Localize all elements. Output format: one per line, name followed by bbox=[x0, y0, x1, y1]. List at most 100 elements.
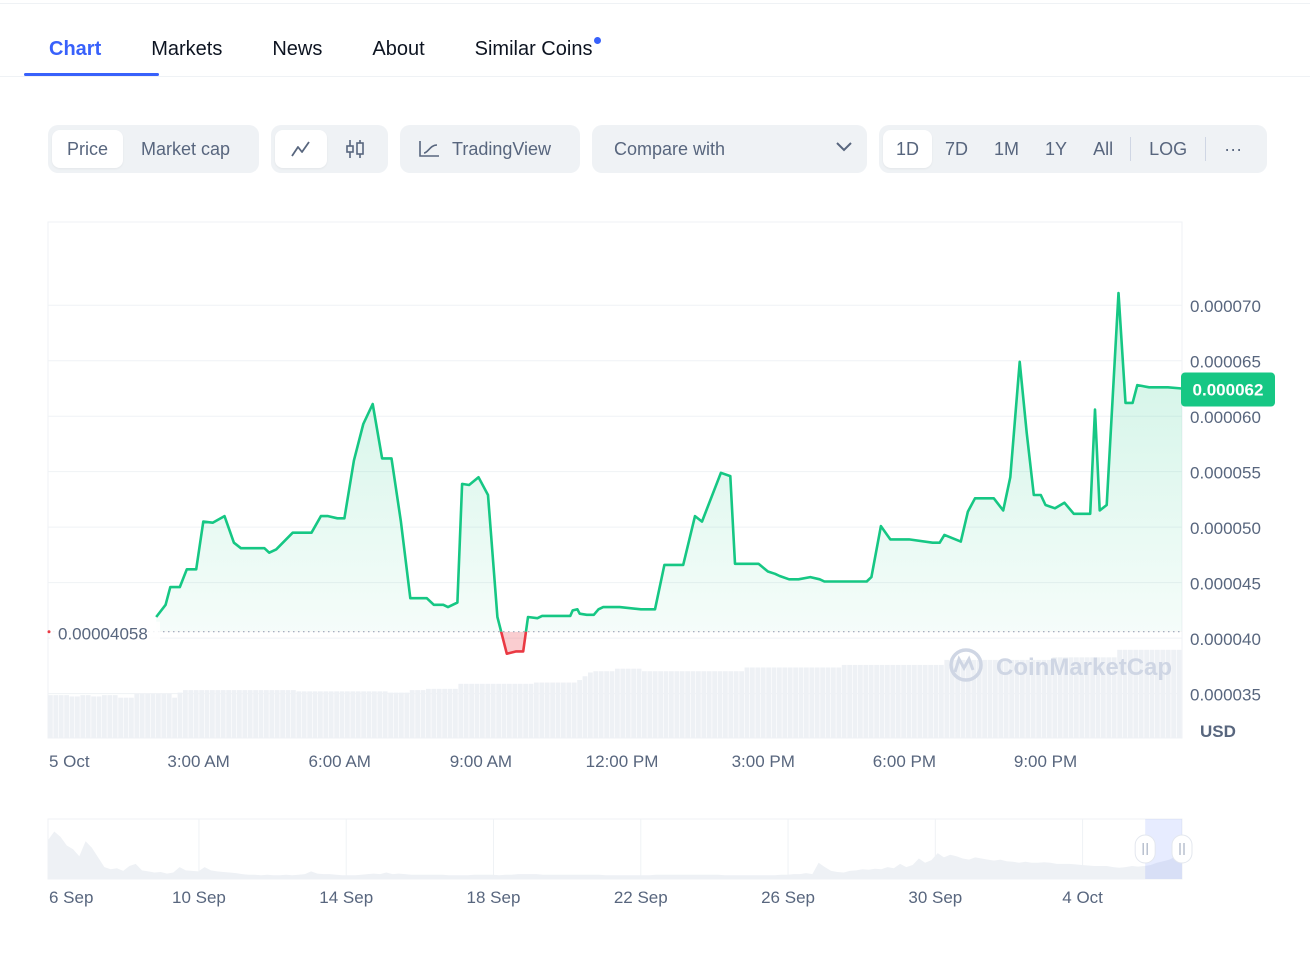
volume-bar bbox=[80, 695, 86, 738]
volume-bar bbox=[420, 690, 426, 738]
y-tick-label: 0.000040 bbox=[1190, 630, 1261, 649]
volume-bar bbox=[291, 690, 296, 738]
navigator-left-handle[interactable] bbox=[1134, 834, 1156, 864]
volume-bar bbox=[766, 667, 771, 738]
volume-bar bbox=[237, 690, 242, 738]
volume-bar bbox=[426, 688, 431, 738]
volume-bar bbox=[679, 671, 685, 738]
volume-bar bbox=[793, 667, 798, 738]
volume-bar bbox=[604, 671, 609, 738]
volume-bar bbox=[755, 667, 761, 738]
volume-bar bbox=[399, 692, 404, 738]
volume-bar bbox=[544, 682, 550, 738]
volume-bar bbox=[118, 697, 123, 738]
volume-bar bbox=[345, 691, 350, 738]
volume-bar bbox=[220, 690, 226, 738]
volume-bar bbox=[91, 696, 96, 738]
volume-bar bbox=[463, 683, 469, 738]
volume-bar bbox=[285, 690, 291, 738]
open-price-marker bbox=[47, 630, 51, 634]
volume-bar bbox=[161, 693, 167, 738]
x-tick-label: 3:00 PM bbox=[732, 752, 795, 771]
navigator-tick-label: 30 Sep bbox=[908, 888, 962, 907]
volume-bar bbox=[658, 671, 663, 738]
navigator-right-handle[interactable] bbox=[1171, 834, 1193, 864]
volume-bar bbox=[636, 668, 642, 738]
handle-body bbox=[1134, 834, 1156, 864]
volume-bar bbox=[96, 696, 102, 738]
volume-bar bbox=[598, 671, 604, 738]
volume-bar bbox=[318, 691, 323, 738]
volume-bar bbox=[523, 683, 528, 738]
volume-bar bbox=[966, 659, 971, 738]
volume-bar bbox=[528, 683, 534, 738]
volume-bar bbox=[771, 667, 777, 738]
volume-bar bbox=[382, 691, 388, 738]
volume-bar bbox=[150, 693, 156, 738]
volume-bar bbox=[782, 667, 788, 738]
volume-bar bbox=[264, 690, 269, 738]
volume-bar bbox=[447, 688, 453, 738]
volume-bar bbox=[58, 695, 64, 738]
volume-bar bbox=[301, 691, 307, 738]
volume-bar bbox=[642, 671, 647, 738]
volume-bar bbox=[534, 682, 539, 738]
volume-bar bbox=[912, 664, 917, 738]
volume-bar bbox=[960, 659, 966, 738]
navigator-tick-label: 22 Sep bbox=[614, 888, 668, 907]
volume-bar bbox=[269, 690, 275, 738]
volume-bar bbox=[561, 682, 566, 738]
volume-bar bbox=[944, 659, 950, 738]
volume-bar bbox=[453, 688, 458, 738]
volume-bar bbox=[971, 659, 977, 738]
y-tick-label: 0.000065 bbox=[1190, 353, 1261, 372]
volume-bar bbox=[377, 691, 383, 738]
volume-bar bbox=[933, 664, 939, 738]
chart-area: CoinMarketCap 0.000035 0.000040 0.000045 0.… bbox=[0, 0, 1310, 957]
volume-bar bbox=[501, 683, 507, 738]
volume-bar bbox=[750, 667, 755, 738]
navigator-tick-label: 10 Sep bbox=[172, 888, 226, 907]
price-chart[interactable]: CoinMarketCap 0.0000350.0000400.0000450.… bbox=[0, 0, 1310, 957]
volume-bar bbox=[226, 690, 231, 738]
volume-bar bbox=[512, 683, 518, 738]
volume-bar bbox=[85, 695, 91, 738]
y-tick-label: 0.000055 bbox=[1190, 464, 1261, 483]
volume-bar bbox=[787, 667, 793, 738]
range-navigator: 6 Sep 10 Sep 14 Sep 18 Sep 22 Sep 26 Sep 30 Se… bbox=[47, 818, 1193, 907]
volume-bar bbox=[177, 692, 183, 738]
volume-bar bbox=[631, 668, 636, 738]
volume-bar bbox=[879, 664, 885, 738]
volume-bar bbox=[825, 667, 831, 738]
coinmarketcap-watermark: CoinMarketCap bbox=[996, 654, 1172, 681]
volume-bar bbox=[987, 659, 993, 738]
y-tick-label: 0.000035 bbox=[1190, 686, 1261, 705]
volume-bar bbox=[274, 690, 280, 738]
volume-bar bbox=[723, 671, 728, 738]
volume-bar bbox=[571, 682, 577, 738]
volume-bar bbox=[706, 671, 712, 738]
volume-bar bbox=[577, 680, 582, 738]
volume-bar bbox=[258, 690, 264, 738]
volume-bar bbox=[539, 682, 545, 738]
volume-bar bbox=[507, 683, 512, 738]
volume-bar bbox=[550, 682, 555, 738]
volume-bar bbox=[906, 664, 912, 738]
volume-bar bbox=[372, 691, 377, 738]
volume-bar bbox=[307, 691, 312, 738]
volume-bar bbox=[388, 692, 393, 738]
volume-bar bbox=[393, 692, 399, 738]
x-tick-label: 5 Oct bbox=[49, 752, 90, 771]
y-tick-label: 0.000070 bbox=[1190, 297, 1261, 316]
volume-bar bbox=[247, 690, 253, 738]
volume-bar bbox=[798, 667, 804, 738]
volume-bar bbox=[685, 671, 690, 738]
volume-bar bbox=[566, 682, 572, 738]
volume-bar bbox=[350, 691, 356, 738]
volume-bar bbox=[215, 690, 221, 738]
handle-body bbox=[1171, 834, 1193, 864]
y-tick-label: 0.000050 bbox=[1190, 519, 1261, 538]
volume-bar bbox=[836, 667, 842, 738]
volume-bar bbox=[593, 671, 599, 738]
x-tick-label: 6:00 AM bbox=[309, 752, 371, 771]
